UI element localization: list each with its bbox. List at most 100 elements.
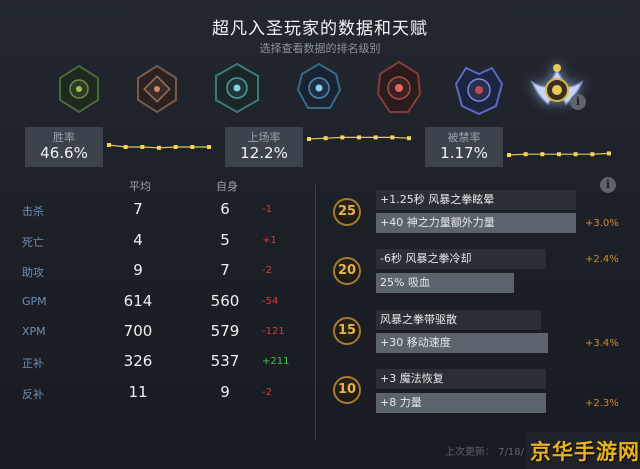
pick-rate-label: 上场率 bbox=[247, 131, 281, 144]
win-rate-label-block: 胜率 46.6% bbox=[25, 127, 103, 167]
crusader-rank-icon bbox=[215, 62, 259, 114]
sparkline-point bbox=[357, 135, 361, 140]
talent-option[interactable]: +40 神之力量额外力量 bbox=[376, 213, 576, 233]
self-value: 7 bbox=[220, 261, 230, 279]
guardian-rank-icon bbox=[137, 64, 177, 114]
diff-value: +1 bbox=[262, 235, 277, 246]
ban-rate-box: 被禁率 1.17% bbox=[425, 127, 617, 167]
sparkline-point bbox=[157, 145, 161, 150]
self-value: 9 bbox=[220, 383, 230, 401]
column-divider bbox=[315, 185, 316, 440]
self-value: 537 bbox=[210, 352, 240, 370]
row-label: 击杀 bbox=[22, 205, 44, 218]
watermark-text: 京华手游网 bbox=[530, 440, 640, 464]
pick-rate-value: 12.2% bbox=[240, 144, 288, 162]
ban-rate-value: 1.17% bbox=[440, 144, 488, 162]
sparkline-point bbox=[340, 135, 345, 140]
self-value: 6 bbox=[220, 200, 230, 218]
sparkline-point bbox=[140, 145, 145, 149]
watermark: 京华手游网 bbox=[526, 432, 640, 469]
sparkline-point bbox=[373, 135, 378, 140]
sparkline-point bbox=[573, 152, 578, 157]
page-title: 超凡入圣玩家的数据和天赋 bbox=[212, 19, 428, 39]
talent-winrate-delta: +3.0% bbox=[585, 218, 619, 229]
rank-crusader-button[interactable] bbox=[210, 60, 264, 116]
sparkline-point bbox=[107, 143, 111, 147]
sparkline-point bbox=[207, 145, 211, 149]
self-value: 560 bbox=[210, 292, 240, 310]
rank-selector: i bbox=[0, 60, 640, 116]
sparkline-point bbox=[557, 152, 561, 157]
talent-option[interactable]: -6秒 风暴之拳冷却 bbox=[376, 249, 546, 269]
talent-label: +40 神之力量额外力量 bbox=[380, 216, 495, 229]
talent-label: 25% 吸血 bbox=[380, 276, 430, 289]
rank-guardian-button[interactable] bbox=[130, 60, 184, 116]
self-value: 5 bbox=[220, 231, 230, 249]
archon-rank-icon bbox=[296, 62, 342, 109]
rank-archon-button[interactable] bbox=[292, 60, 346, 116]
page-subtitle: 选择查看数据的排名级别 bbox=[259, 42, 381, 55]
talent-option[interactable]: +8 力量 bbox=[376, 393, 546, 413]
ban-rate-label-block: 被禁率 1.17% bbox=[425, 127, 503, 167]
sparkline-point bbox=[607, 151, 611, 156]
win-rate-value: 46.6% bbox=[40, 144, 88, 162]
rank-herald-button[interactable] bbox=[52, 60, 106, 116]
legend-rank-icon bbox=[376, 60, 422, 113]
rank-info-icon[interactable]: i bbox=[570, 94, 586, 110]
talent-winrate-delta: +3.4% bbox=[585, 338, 619, 349]
avg-value: 614 bbox=[123, 292, 153, 310]
row-label: 正补 bbox=[22, 357, 44, 370]
self-value: 579 bbox=[210, 322, 240, 340]
talent-info-icon[interactable]: i bbox=[600, 177, 616, 193]
sparkline-point bbox=[407, 136, 411, 141]
ban-rate-label: 被禁率 bbox=[447, 131, 481, 144]
sparkline-point bbox=[390, 135, 395, 140]
diff-value: -54 bbox=[262, 296, 279, 307]
talent-level-badge: 25 bbox=[333, 198, 361, 226]
sparkline-point bbox=[507, 153, 511, 157]
talent-level-badge: 10 bbox=[333, 376, 361, 404]
herald-rank-icon bbox=[59, 64, 99, 114]
rank-legend-button[interactable] bbox=[372, 60, 426, 116]
rank-ancient-button[interactable] bbox=[452, 60, 506, 116]
talent-winrate-delta: +2.4% bbox=[585, 254, 619, 265]
avg-value: 4 bbox=[133, 231, 143, 249]
avg-value: 9 bbox=[133, 261, 143, 279]
diff-value: -2 bbox=[262, 387, 272, 398]
talent-level-badge: 20 bbox=[333, 257, 361, 285]
talent-label: 风暴之拳带驱散 bbox=[380, 313, 457, 326]
talent-option[interactable]: 风暴之拳带驱散 bbox=[376, 310, 541, 330]
pick-rate-label-block: 上场率 12.2% bbox=[225, 127, 303, 167]
ancient-rank-icon bbox=[454, 66, 504, 116]
talent-label: +1.25秒 风暴之拳眩晕 bbox=[380, 193, 495, 206]
talent-label: -6秒 风暴之拳冷却 bbox=[380, 252, 472, 265]
row-label: 死亡 bbox=[22, 236, 44, 249]
sparkline-point bbox=[190, 145, 195, 149]
pick-rate-sparkline bbox=[305, 127, 415, 167]
talent-winrate-delta: +2.3% bbox=[585, 398, 619, 409]
avg-value: 7 bbox=[133, 200, 143, 218]
talent-option[interactable]: +30 移动速度 bbox=[376, 333, 548, 353]
sparkline-point bbox=[173, 145, 178, 149]
sparkline-point bbox=[323, 136, 328, 141]
col-average-header: 平均 bbox=[129, 180, 151, 193]
row-label: GPM bbox=[22, 295, 47, 308]
talent-option[interactable]: +1.25秒 风暴之拳眩晕 bbox=[376, 190, 576, 210]
win-rate-box: 胜率 46.6% bbox=[25, 127, 217, 167]
diff-value: +211 bbox=[262, 356, 290, 367]
win-rate-label: 胜率 bbox=[53, 131, 75, 144]
sparkline-point bbox=[123, 145, 128, 149]
sparkline-point bbox=[590, 152, 595, 157]
talent-label: +3 魔法恢复 bbox=[380, 372, 444, 385]
diff-value: -2 bbox=[262, 265, 272, 276]
talent-option[interactable]: +3 魔法恢复 bbox=[376, 369, 546, 389]
sparkline-point bbox=[523, 152, 528, 157]
diff-value: -121 bbox=[262, 326, 285, 337]
sparkline-point bbox=[307, 137, 311, 141]
diff-value: -1 bbox=[262, 204, 272, 215]
avg-value: 700 bbox=[123, 322, 153, 340]
talent-option[interactable]: 25% 吸血 bbox=[376, 273, 514, 293]
ban-rate-sparkline bbox=[505, 127, 615, 167]
talent-label: +8 力量 bbox=[380, 396, 422, 409]
sparkline-point bbox=[540, 152, 545, 157]
